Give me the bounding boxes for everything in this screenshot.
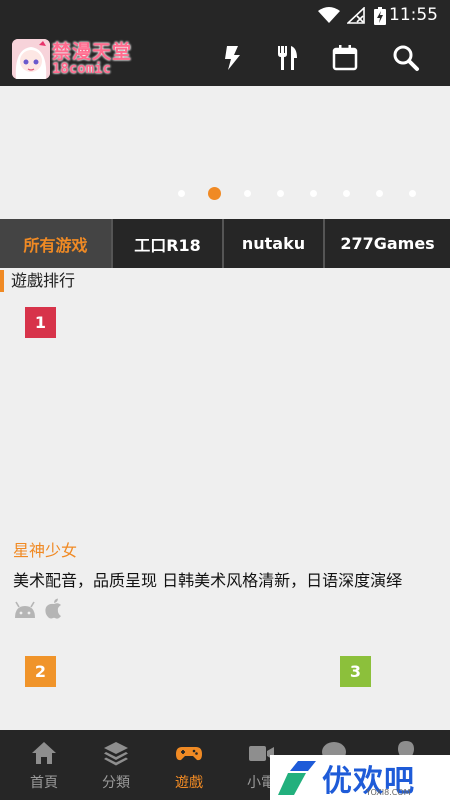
nav-label: 首頁 (30, 775, 58, 791)
carousel-dot[interactable] (409, 190, 416, 197)
logo-title: 禁漫天堂 (52, 41, 133, 63)
android-icon (15, 601, 35, 618)
game-tabs: 所有游戏 工口R18 nutaku 277Games (0, 219, 450, 268)
carousel-dot[interactable] (310, 190, 317, 197)
carousel-dot[interactable] (343, 190, 350, 197)
nav-home[interactable]: 首頁 (8, 730, 80, 800)
battery-charging-icon (374, 7, 386, 25)
no-signal-icon (347, 7, 365, 24)
carousel-dot[interactable] (208, 187, 221, 200)
banner-carousel[interactable] (0, 86, 450, 218)
carousel-dot[interactable] (376, 190, 383, 197)
search-icon[interactable] (392, 44, 420, 72)
tab-label: 所有游戏 (23, 235, 88, 255)
carousel-dot[interactable] (178, 190, 185, 197)
app-logo[interactable]: 禁漫天堂 18comic (12, 39, 138, 79)
rank-badge-1: 1 (25, 307, 56, 338)
tab-label: nutaku (241, 234, 306, 253)
gamepad-icon (176, 747, 202, 761)
game-description: 美术配音，品质呈现 日韩美术风格清新，日语深度演绎 (13, 571, 403, 590)
game-title[interactable]: 星神少女 (13, 537, 77, 561)
app-bar: 禁漫天堂 18comic (0, 30, 450, 86)
tab-label: 277Games (340, 234, 435, 253)
section-title: 遊戲排行 (0, 270, 75, 292)
watermark: 优欢吧 YOXI8.COM (270, 755, 450, 800)
tab-nutaku[interactable]: nutaku (224, 219, 325, 268)
tab-all-games[interactable]: 所有游戏 (0, 219, 113, 268)
nav-categories[interactable]: 分類 (80, 730, 152, 800)
flash-icon[interactable] (218, 44, 246, 72)
wifi-icon (318, 7, 340, 23)
calendar-icon[interactable] (331, 44, 359, 72)
carousel-dot[interactable] (244, 190, 251, 197)
layers-icon (104, 742, 128, 766)
tab-r18[interactable]: 工口R18 (113, 219, 224, 268)
logo-subtitle: 18comic (52, 61, 112, 77)
carousel-dot[interactable] (277, 190, 284, 197)
status-bar: 11:55 (0, 0, 450, 30)
apple-icon (45, 598, 61, 619)
rank-badge-3: 3 (340, 656, 371, 687)
clock: 11:55 (389, 5, 438, 25)
nav-label: 分類 (102, 775, 130, 791)
nav-label: 遊戲 (175, 775, 203, 791)
watermark-domain: YOXI8.COM (366, 788, 411, 797)
logo-mascot-icon (12, 39, 50, 79)
watermark-logo-icon (278, 761, 316, 795)
tab-277games[interactable]: 277Games (325, 219, 450, 268)
rank-badge-2: 2 (25, 656, 56, 687)
restaurant-icon[interactable] (273, 44, 301, 72)
nav-games[interactable]: 遊戲 (153, 730, 225, 800)
tab-label: 工口R18 (134, 235, 201, 255)
home-icon (32, 742, 56, 764)
